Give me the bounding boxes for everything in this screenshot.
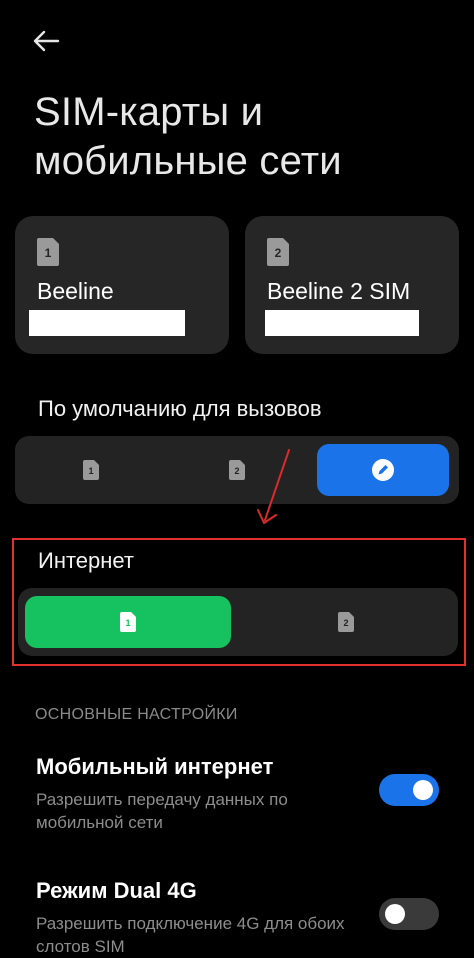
svg-text:2: 2 (234, 466, 239, 476)
svg-text:1: 1 (125, 618, 130, 628)
sim-card-2[interactable]: 2 Beeline 2 SIM (245, 216, 459, 354)
toggle-knob (385, 904, 405, 924)
internet-sim-selector: 1 2 (18, 588, 458, 656)
sim-card-icon: 2 (267, 238, 289, 266)
svg-text:2: 2 (343, 618, 348, 628)
calls-option-edit[interactable] (317, 444, 449, 496)
redacted-number-2 (265, 310, 419, 336)
sim-card-icon: 2 (229, 460, 245, 480)
sim-card-icon: 1 (83, 460, 99, 480)
page-title-line1: SIM-карты и (34, 90, 264, 134)
calls-sim-selector: 1 2 (15, 436, 459, 504)
dual-4g-subtitle: Разрешить подключение 4G для обоих слото… (36, 914, 345, 956)
pencil-icon (372, 459, 394, 481)
mobile-data-title: Мобильный интернет (36, 754, 274, 779)
internet-label: Интернет (38, 548, 134, 573)
redacted-number-1 (29, 310, 185, 336)
internet-option-sim1[interactable]: 1 (25, 596, 231, 648)
mobile-data-toggle[interactable] (379, 774, 439, 806)
red-arrow-icon (257, 449, 290, 524)
sim-card-icon: 2 (338, 612, 354, 632)
mobile-data-subtitle: Разрешить передачу данных по мобильной с… (36, 790, 288, 832)
section-header: ОСНОВНЫЕ НАСТРОЙКИ (35, 706, 238, 723)
dual-4g-toggle[interactable] (379, 898, 439, 930)
sim-card-icon: 1 (37, 238, 59, 266)
internet-option-sim2[interactable]: 2 (242, 596, 450, 648)
back-arrow-icon[interactable] (30, 26, 66, 56)
svg-text:1: 1 (45, 246, 52, 260)
toggle-knob (413, 780, 433, 800)
svg-text:1: 1 (88, 466, 93, 476)
page-title: SIM-карты и мобильные сети (34, 88, 342, 186)
calls-option-sim1[interactable]: 1 (23, 444, 159, 496)
svg-text:2: 2 (275, 246, 282, 260)
calls-default-label: По умолчанию для вызовов (38, 396, 322, 421)
sim-2-name: Beeline 2 SIM (267, 278, 411, 304)
dual-4g-title: Режим Dual 4G (36, 878, 197, 903)
sim-1-name: Beeline (37, 278, 114, 304)
page-title-line2: мобильные сети (34, 139, 342, 183)
sim-card-1[interactable]: 1 Beeline (15, 216, 229, 354)
sim-card-icon: 1 (120, 612, 136, 632)
